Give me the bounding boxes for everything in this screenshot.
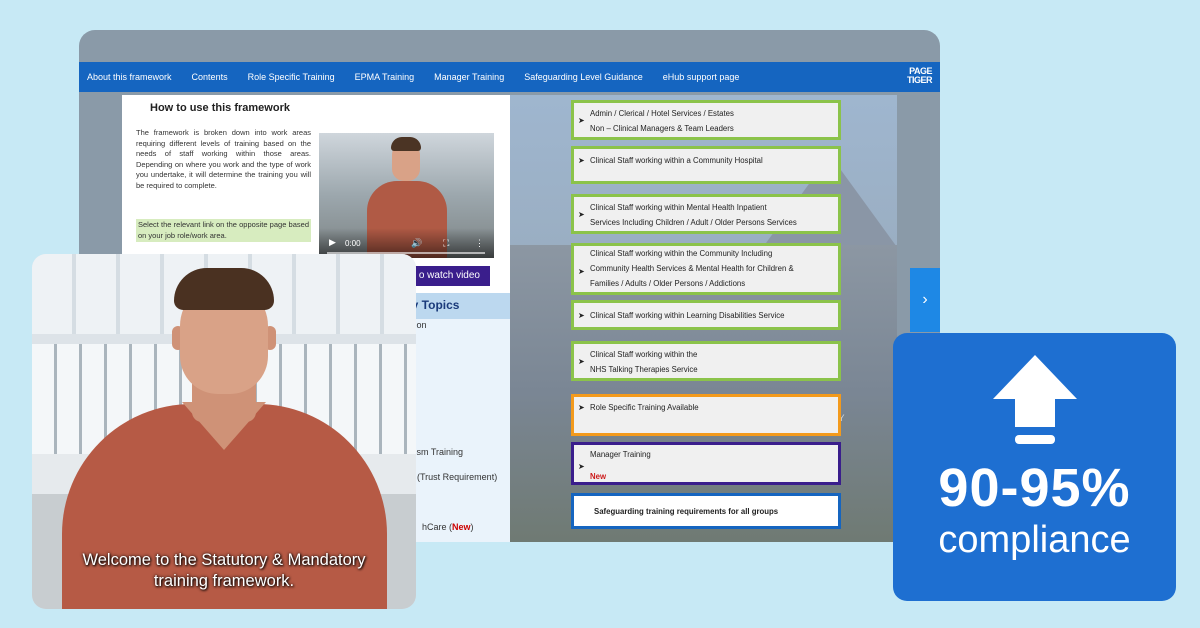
role-button-admin[interactable]: ➤ Admin / Clerical / Hotel Services / Es…	[571, 100, 841, 140]
role-button-line: Services Including Children / Adult / Ol…	[590, 218, 797, 227]
caption-line: Welcome to the Statutory & Mandatory	[82, 551, 366, 569]
presenter-hair	[391, 137, 421, 151]
role-button-role-specific[interactable]: ➤ Role Specific Training Available	[571, 394, 841, 436]
top-nav: About this framework Contents Role Speci…	[79, 62, 940, 92]
video-time: 0:00	[345, 239, 361, 248]
role-button-line: Admin / Clerical / Hotel Services / Esta…	[590, 109, 734, 118]
role-button-line: Clinical Staff working within the Commun…	[590, 249, 773, 258]
topic-fragment-close: )	[470, 522, 474, 532]
select-note: Select the relevant link on the opposite…	[136, 219, 311, 242]
arrow-icon: ➤	[578, 403, 585, 412]
new-badge: New	[590, 472, 607, 481]
arrow-icon: ➤	[578, 267, 585, 276]
role-button-line: Clinical Staff working within a Communit…	[590, 156, 763, 165]
framework-title: How to use this framework	[150, 102, 290, 114]
nav-epma[interactable]: EPMA Training	[355, 72, 415, 82]
nav-contents[interactable]: Contents	[192, 72, 228, 82]
presenter-video[interactable]: Welcome to the Statutory & Mandatory tra…	[32, 254, 416, 609]
arrow-icon: ➤	[578, 156, 585, 165]
role-button-line: Role Specific Training Available	[590, 403, 699, 412]
role-button-line: Clinical Staff working within Learning D…	[590, 311, 785, 320]
arrow-icon: ➤	[578, 462, 585, 471]
nav-ehub[interactable]: eHub support page	[663, 72, 740, 82]
nav-role-specific[interactable]: Role Specific Training	[248, 72, 335, 82]
role-button-line: Community Health Services & Mental Healt…	[590, 264, 794, 273]
compliance-value: 90-95%	[938, 458, 1131, 518]
role-button-line: Manager Training	[590, 450, 651, 459]
embedded-video[interactable]: ▶ 0:00 🔊 ⛶ ⋮	[319, 133, 494, 258]
topic-fragment[interactable]: hCare (New)	[422, 522, 474, 532]
pagetiger-logo: PAGE TIGER	[906, 67, 933, 85]
more-options-icon[interactable]: ⋮	[475, 238, 484, 249]
next-page-button[interactable]: ›	[910, 268, 940, 332]
arrow-icon: ➤	[578, 116, 585, 125]
role-button-community[interactable]: ➤ Clinical Staff working within the Comm…	[571, 243, 841, 295]
role-button-line: Non – Clinical Managers & Team Leaders	[590, 124, 734, 133]
role-button-line: Safeguarding training requirements for a…	[594, 507, 779, 516]
role-button-line: Clinical Staff working within Mental Hea…	[590, 203, 767, 212]
topic-fragment[interactable]: tism Training	[412, 447, 463, 457]
upload-arrow-icon	[993, 355, 1077, 444]
right-page: SPORTMUNITYSPITAL ➤ Admin / Clerical / H…	[510, 95, 897, 542]
role-button-line: Clinical Staff working within the	[590, 350, 698, 359]
logo-line2: TIGER	[906, 75, 933, 85]
nav-about[interactable]: About this framework	[87, 72, 172, 82]
play-icon[interactable]: ▶	[329, 237, 336, 248]
arrow-icon: ➤	[578, 311, 585, 320]
framework-body: The framework is broken down into work a…	[136, 128, 311, 190]
compliance-label: compliance	[938, 519, 1131, 561]
role-button-line: NHS Talking Therapies Service	[590, 365, 698, 374]
role-button-mental-health[interactable]: ➤ Clinical Staff working within Mental H…	[571, 194, 841, 234]
role-button-line: Families / Adults / Older Persons / Addi…	[590, 279, 746, 288]
presenter-hair	[174, 268, 274, 310]
arrow-icon: ➤	[578, 357, 585, 366]
video-caption: Welcome to the Statutory & Mandatory tra…	[32, 550, 416, 592]
presenter-vneck	[182, 402, 266, 450]
new-badge: New	[452, 522, 471, 532]
volume-icon[interactable]: 🔊	[411, 238, 422, 249]
role-button-safeguarding[interactable]: Safeguarding training requirements for a…	[571, 493, 841, 529]
role-button-manager-training[interactable]: ➤ Manager Training New	[571, 442, 841, 485]
chevron-right-icon: ›	[922, 291, 928, 308]
nav-safeguarding[interactable]: Safeguarding Level Guidance	[524, 72, 643, 82]
role-button-talking-therapies[interactable]: ➤ Clinical Staff working within the NHS …	[571, 341, 841, 381]
compliance-stat-card: 90-95% compliance	[893, 333, 1176, 601]
nav-manager[interactable]: Manager Training	[434, 72, 504, 82]
role-button-learning-disabilities[interactable]: ➤ Clinical Staff working within Learning…	[571, 300, 841, 330]
role-button-community-hospital[interactable]: ➤ Clinical Staff working within a Commun…	[571, 146, 841, 184]
topic-fragment[interactable]: (Trust Requirement)	[417, 472, 497, 482]
caption-line: training framework.	[153, 572, 295, 590]
fullscreen-icon[interactable]: ⛶	[443, 238, 449, 249]
topic-fragment-text: hCare (	[422, 522, 453, 532]
arrow-icon: ➤	[578, 210, 585, 219]
